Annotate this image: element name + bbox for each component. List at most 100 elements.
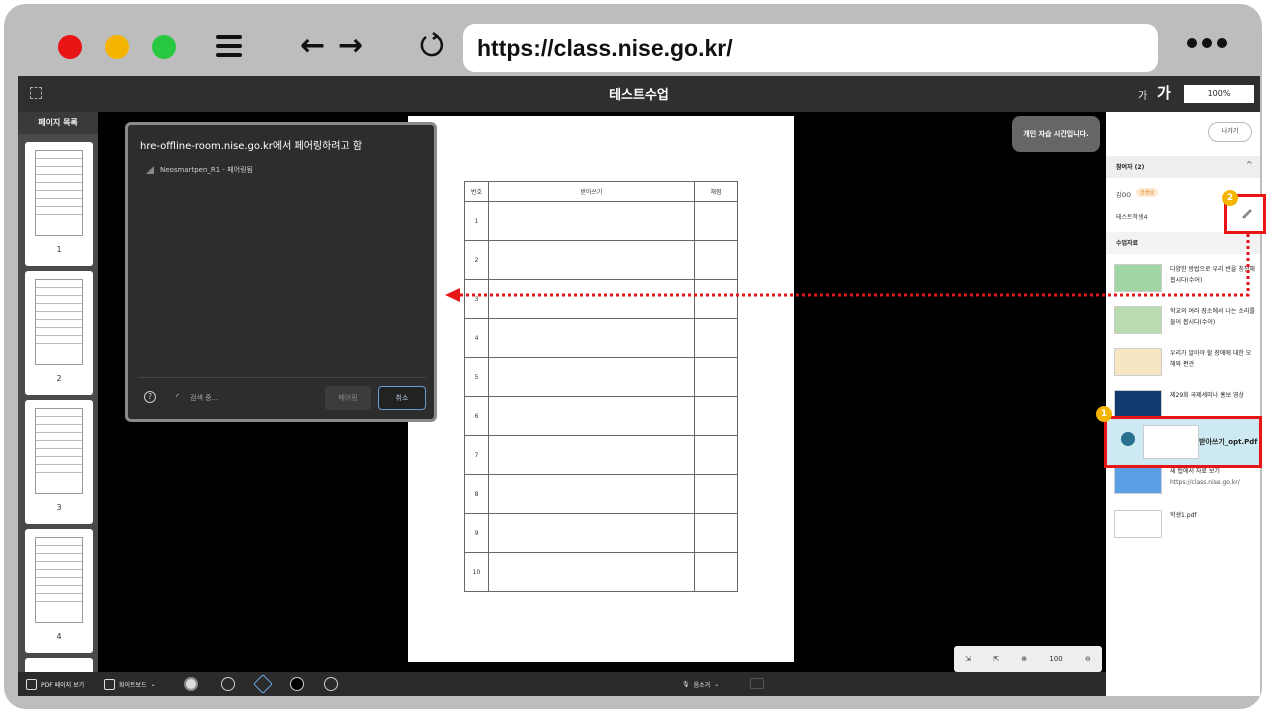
page-list-panel: 페이지 목록 1 2 3 4 bbox=[18, 112, 98, 678]
dialog-divider bbox=[138, 377, 426, 378]
pair-button[interactable]: 페어링 bbox=[325, 386, 371, 410]
cancel-button[interactable]: 취소 bbox=[378, 386, 426, 410]
loading-spinner-icon: ◜ bbox=[176, 392, 180, 401]
microphone-icon: 🎙 bbox=[682, 680, 690, 688]
color-picker-icon[interactable] bbox=[290, 677, 304, 691]
material-label: 새 탭에서 자료 보기 https://class.nise.go.kr/ bbox=[1170, 466, 1256, 488]
document-page[interactable]: 번호 받아쓰기 채점 1 2 3 4 5 6 7 8 9 10 bbox=[408, 116, 794, 662]
zoom-in-icon[interactable]: ⊕ bbox=[1021, 655, 1027, 663]
materials-title: 수업자료 bbox=[1116, 240, 1139, 247]
forward-arrow-icon[interactable]: → bbox=[338, 28, 363, 63]
material-label: 우리가 알아야 할 장애에 대한 오해와 편견 bbox=[1170, 350, 1252, 368]
material-thumbnail bbox=[1114, 348, 1162, 376]
callout-badge-2: 2 bbox=[1222, 190, 1238, 206]
page-thumbnail[interactable]: 2 bbox=[25, 271, 93, 395]
more-options-icon[interactable] bbox=[1187, 38, 1227, 48]
font-decrease-button[interactable]: 가 bbox=[1138, 87, 1147, 102]
app-header: 테스트수업 가 가 100% bbox=[18, 76, 1260, 112]
teacher-badge: 선생님 bbox=[1136, 188, 1158, 197]
whiteboard-button[interactable]: 화이트보드 ⌄ bbox=[104, 678, 156, 690]
material-item-selected[interactable]: 받아쓰기_opt.Pdf bbox=[1104, 416, 1262, 468]
pencil-icon bbox=[1242, 209, 1252, 219]
exit-button[interactable]: 나가기 bbox=[1208, 122, 1252, 142]
font-increase-button[interactable]: 가 bbox=[1157, 82, 1171, 103]
selected-marker-icon bbox=[1121, 432, 1135, 446]
table-header: 받아쓰기 bbox=[488, 181, 695, 202]
page-number: 2 bbox=[56, 374, 62, 383]
table-row: 1 bbox=[464, 201, 738, 241]
material-label: 제29회 국제세미나 홍보 영상 bbox=[1170, 392, 1245, 399]
page-thumbnail[interactable]: 4 bbox=[25, 529, 93, 653]
pairing-device-row[interactable]: Neosmartpen_R1 - 페어링됨 bbox=[146, 165, 253, 175]
browser-toolbar: ← → https://class.nise.go.kr/ bbox=[4, 4, 1262, 72]
callout-badge-1: 1 bbox=[1096, 406, 1112, 422]
highlighter-tool-icon[interactable] bbox=[221, 677, 235, 691]
chevron-up-icon[interactable]: ^ bbox=[1246, 160, 1253, 169]
zoom-out-icon[interactable]: ⊖ bbox=[1085, 655, 1091, 663]
table-header: 채점 bbox=[694, 181, 738, 202]
page-thumbnail[interactable]: 1 bbox=[25, 142, 93, 266]
pairing-dialog-title: hre-offline-room.nise.go.kr에서 페어링하려고 함 bbox=[140, 141, 363, 152]
material-item[interactable]: 학교의 여러 장소에서 나는 소리를 들어 봅시다(수어) bbox=[1106, 300, 1260, 340]
minimize-window-dot[interactable] bbox=[105, 35, 129, 59]
materials-header: 수업자료 bbox=[1106, 232, 1260, 254]
pdf-view-button[interactable]: PDF 페이지 보기 bbox=[26, 678, 84, 690]
class-title: 테스트수업 bbox=[609, 88, 669, 103]
chevron-down-icon: ⌄ bbox=[714, 680, 720, 688]
fit-width-icon[interactable]: ⇲ bbox=[965, 655, 971, 663]
close-window-dot[interactable] bbox=[58, 35, 82, 59]
help-icon[interactable]: ? bbox=[144, 391, 156, 403]
table-row: 9 bbox=[464, 513, 738, 553]
material-thumbnail bbox=[1143, 425, 1199, 459]
screen-share-icon[interactable] bbox=[750, 678, 764, 689]
material-label: 학생1.pdf bbox=[1170, 512, 1197, 519]
mute-button[interactable]: 🎙 음소거 ⌄ bbox=[682, 680, 719, 689]
participants-title: 참여자 (2) bbox=[1116, 164, 1145, 171]
back-arrow-icon[interactable]: ← bbox=[300, 28, 325, 63]
page-number: 1 bbox=[56, 245, 62, 254]
chevron-down-icon: ⌄ bbox=[150, 680, 156, 688]
material-url: https://class.nise.go.kr/ bbox=[1170, 479, 1240, 486]
address-bar[interactable]: https://class.nise.go.kr/ bbox=[463, 24, 1158, 72]
eraser-icon[interactable] bbox=[253, 674, 273, 694]
study-notice-badge: 개인 자습 시간입니다. bbox=[1012, 116, 1100, 152]
fit-page-icon[interactable]: ⇱ bbox=[993, 655, 999, 663]
lasso-icon[interactable] bbox=[324, 677, 338, 691]
material-item[interactable]: 다양한 방법으로 우리 반을 칭찬해 봅시다(수어) bbox=[1106, 258, 1260, 298]
hamburger-menu-icon[interactable] bbox=[216, 35, 242, 57]
material-label: 학교의 여러 장소에서 나는 소리를 들어 봅시다(수어) bbox=[1170, 308, 1255, 326]
zoom-toolbar: ⇲ ⇱ ⊕ 100 ⊖ bbox=[954, 646, 1102, 672]
whiteboard-icon bbox=[104, 678, 115, 690]
material-item[interactable]: 우리가 알아야 할 장애에 대한 오해와 편견 bbox=[1106, 342, 1260, 382]
zoom-level: 100 bbox=[1049, 655, 1063, 663]
page-number: 3 bbox=[56, 503, 62, 512]
table-row: 4 bbox=[464, 318, 738, 358]
app-window: 테스트수업 가 가 100% 페이지 목록 1 2 3 4 번호 받아쓰기 채점… bbox=[18, 76, 1260, 696]
reload-icon[interactable] bbox=[418, 31, 446, 59]
material-thumbnail bbox=[1114, 466, 1162, 494]
table-header: 번호 bbox=[464, 181, 489, 202]
bottom-toolbar: PDF 페이지 보기 화이트보드 ⌄ 🎙 음소거 ⌄ bbox=[18, 672, 1106, 696]
material-thumbnail bbox=[1114, 390, 1162, 418]
url-text: https://class.nise.go.kr/ bbox=[477, 34, 733, 61]
table-row: 3 bbox=[464, 279, 738, 319]
page-thumbnail[interactable]: 3 bbox=[25, 400, 93, 524]
table-row: 7 bbox=[464, 435, 738, 475]
device-name: Neosmartpen_R1 - 페어링됨 bbox=[160, 166, 253, 174]
participant-name: 김OO bbox=[1116, 192, 1131, 199]
maximize-window-dot[interactable] bbox=[152, 35, 176, 59]
table-row: 2 bbox=[464, 240, 738, 280]
zoom-level-input[interactable]: 100% bbox=[1184, 85, 1254, 103]
material-label: 받아쓰기_opt.Pdf bbox=[1199, 438, 1258, 446]
material-thumbnail bbox=[1114, 510, 1162, 538]
page-number: 4 bbox=[56, 632, 62, 641]
participants-header[interactable]: 참여자 (2) ^ bbox=[1106, 156, 1260, 178]
table-row: 8 bbox=[464, 474, 738, 514]
material-thumbnail bbox=[1114, 264, 1162, 292]
page-list-title: 페이지 목록 bbox=[18, 112, 98, 134]
material-item[interactable]: 학생1.pdf bbox=[1106, 504, 1260, 544]
material-thumbnail bbox=[1114, 306, 1162, 334]
material-label: 다양한 방법으로 우리 반을 칭찬해 봅시다(수어) bbox=[1170, 266, 1255, 284]
pen-tool-icon[interactable] bbox=[184, 677, 198, 691]
pdf-icon bbox=[26, 678, 37, 690]
